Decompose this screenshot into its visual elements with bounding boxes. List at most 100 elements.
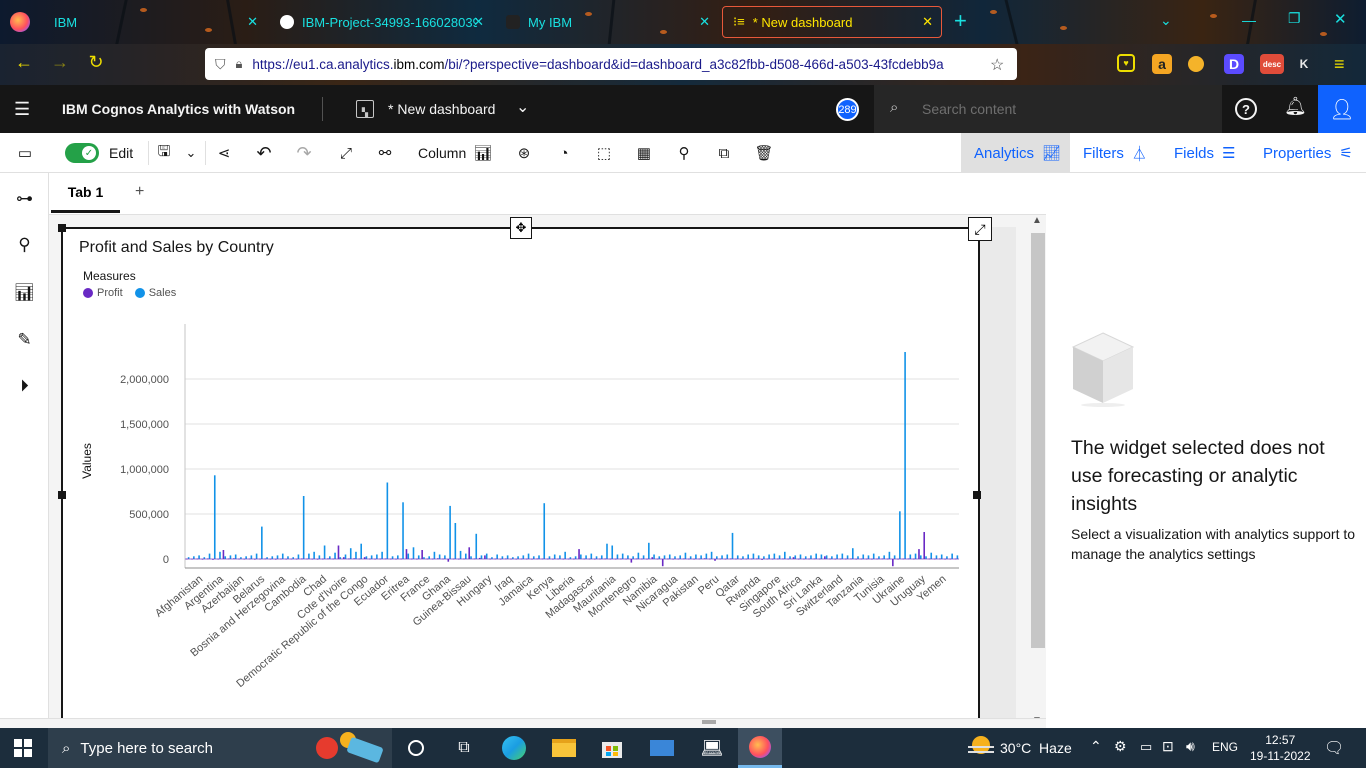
- bookmark-star-icon[interactable]: ☆: [990, 55, 1004, 75]
- bar-sales: [736, 555, 739, 559]
- notifications-bell-icon[interactable]: 🔔︎: [1284, 96, 1307, 117]
- window-close-icon[interactable]: ✕: [1334, 10, 1347, 28]
- lock-icon[interactable]: 🔒︎: [236, 56, 243, 72]
- browser-tab-new-dashboard[interactable]: ⁝≡ * New dashboard ✕: [722, 6, 942, 38]
- table-icon[interactable]: ▦: [632, 133, 656, 173]
- dashboard-title[interactable]: * New dashboard: [388, 101, 495, 117]
- close-icon[interactable]: ✕: [247, 14, 258, 30]
- extension-drop-icon[interactable]: [1188, 56, 1204, 72]
- focus-mode-icon[interactable]: ⤢: [334, 133, 358, 173]
- selection-icon[interactable]: ⬚: [592, 133, 616, 173]
- vertical-scrollbar[interactable]: ▲ ▼: [1028, 215, 1046, 728]
- close-icon[interactable]: ✕: [922, 14, 933, 30]
- pin-icon[interactable]: ⚲: [12, 232, 37, 257]
- help-icon[interactable]: ?: [1235, 98, 1257, 120]
- clock[interactable]: 12:57 19-11-2022: [1250, 732, 1311, 764]
- widgets-icon[interactable]: ✎: [12, 327, 37, 352]
- bar-sales: [940, 554, 943, 559]
- column-chart[interactable]: 0 500,000 1,000,000 1,500,000 2,000,000 Value…: [63, 229, 978, 727]
- bar-sales: [370, 555, 373, 559]
- language-indicator[interactable]: ENG: [1212, 740, 1238, 754]
- tab-analytics[interactable]: Analytics 📈︎: [961, 133, 1070, 173]
- list-tabs-icon[interactable]: ⌄: [1160, 12, 1172, 29]
- shield-icon[interactable]: ⛉: [215, 56, 226, 73]
- firefox-taskbar-button[interactable]: [738, 728, 782, 768]
- scrollbar-grip[interactable]: [702, 720, 716, 724]
- tab-properties[interactable]: Properties ⚟: [1263, 133, 1353, 173]
- pc-icon[interactable]: 💻︎: [698, 734, 726, 762]
- windows-start-icon[interactable]: [9, 734, 37, 762]
- redo-icon[interactable]: ↷: [292, 133, 316, 173]
- bar-sales: [663, 555, 666, 559]
- minimize-icon[interactable]: —: [1242, 12, 1256, 28]
- visualizations-icon[interactable]: 📊︎: [12, 280, 37, 305]
- file-explorer-icon[interactable]: [550, 734, 578, 762]
- network-icon[interactable]: ⚙: [1114, 738, 1127, 755]
- tab-filters[interactable]: Filters ⏃: [1083, 133, 1147, 173]
- url-bar[interactable]: ⛉ 🔒︎ https://eu1.ca.analytics. ibm.com/bi…: [205, 48, 1017, 80]
- display-icon[interactable]: ⊡: [1162, 738, 1174, 755]
- assistant-icon[interactable]: ⏵: [12, 373, 37, 398]
- delete-icon[interactable]: 🗑︎: [752, 133, 776, 173]
- save-icon[interactable]: 🖫︎: [153, 133, 175, 173]
- extension-k-icon[interactable]: K: [1296, 54, 1312, 74]
- bar-sales: [747, 554, 749, 559]
- task-view-icon[interactable]: ⧉: [450, 734, 478, 762]
- extension-desc-icon[interactable]: desc: [1260, 54, 1284, 74]
- taskbar-search[interactable]: ⌕ Type here to search: [48, 728, 392, 768]
- chart-widget[interactable]: ✥ ⤢ Profit and Sales by Country Measures…: [58, 217, 992, 727]
- scroll-up-icon[interactable]: ▲: [1032, 215, 1042, 226]
- edge-icon[interactable]: [500, 734, 528, 762]
- add-tab-button[interactable]: +: [135, 183, 144, 201]
- edit-toggle[interactable]: ✓: [65, 143, 99, 163]
- tab-fields[interactable]: Fields ☰: [1174, 133, 1235, 173]
- column-chart-icon[interactable]: 📊︎: [473, 133, 493, 173]
- forward-icon[interactable]: →: [48, 52, 72, 73]
- tab-1[interactable]: Tab 1: [51, 173, 120, 213]
- firefox-menu-icon[interactable]: [10, 12, 30, 32]
- pocket-icon[interactable]: ♥: [1117, 54, 1135, 72]
- data-sources-icon[interactable]: ⊶: [12, 186, 37, 211]
- extension-a-icon[interactable]: a: [1152, 54, 1172, 74]
- close-icon[interactable]: ✕: [699, 14, 710, 30]
- chevron-up-icon[interactable]: ⌃: [1090, 738, 1102, 755]
- bar-sales: [846, 555, 849, 559]
- bar-sales: [757, 555, 760, 559]
- horizontal-scrollbar[interactable]: [0, 718, 1046, 728]
- notification-count-badge[interactable]: 289: [836, 98, 859, 121]
- chevron-down-icon[interactable]: ⌄: [516, 97, 529, 117]
- chart-type-label[interactable]: Column: [418, 145, 466, 161]
- extension-d-icon[interactable]: D: [1224, 54, 1244, 74]
- browser-tab-ibm[interactable]: IBM ✕: [44, 6, 266, 38]
- close-icon[interactable]: ✕: [473, 14, 484, 30]
- search-input[interactable]: ⌕ Search content: [874, 85, 1222, 133]
- scrollbar-thumb[interactable]: [1031, 233, 1045, 648]
- new-tab-button[interactable]: +: [954, 8, 967, 34]
- browser-tab-my-ibm[interactable]: My IBM ✕: [496, 6, 718, 38]
- app-title: IBM Cognos Analytics with Watson: [62, 101, 296, 117]
- mail-icon[interactable]: [648, 734, 676, 762]
- duplicate-icon[interactable]: ⧉: [712, 133, 736, 173]
- bar-sales: [726, 554, 729, 559]
- notifications-icon[interactable]: 🗨︎: [1324, 738, 1344, 758]
- comment-icon[interactable]: ▭: [10, 133, 40, 173]
- store-icon[interactable]: [598, 734, 626, 762]
- back-icon[interactable]: ←: [12, 52, 36, 73]
- pin-icon[interactable]: ⚲: [672, 133, 696, 173]
- volume-icon[interactable]: 🔊︎: [1186, 738, 1195, 755]
- color-palette-icon[interactable]: ⊛: [512, 133, 536, 173]
- maximize-icon[interactable]: ❐: [1288, 10, 1301, 27]
- main-menu-icon[interactable]: ☰: [14, 99, 30, 120]
- undo-icon[interactable]: ↶: [252, 133, 276, 173]
- browser-nav-bar: ← → ↻ ⛉ 🔒︎ https://eu1.ca.analytics. ibm.…: [0, 44, 1366, 85]
- cortana-icon[interactable]: [402, 734, 430, 762]
- connect-icon[interactable]: ⚯: [373, 133, 397, 173]
- drill-icon[interactable]: ◔: [552, 133, 576, 173]
- reload-icon[interactable]: ↻: [84, 52, 108, 73]
- user-avatar-button[interactable]: 👤︎: [1318, 85, 1366, 133]
- hamburger-menu-icon[interactable]: ≡: [1334, 54, 1345, 75]
- browser-tab-github[interactable]: IBM-Project-34993-1660280397 ✕: [270, 6, 492, 38]
- chevron-down-icon[interactable]: ⌄: [180, 133, 202, 173]
- battery-icon[interactable]: ▭: [1140, 739, 1152, 755]
- share-icon[interactable]: ⋖: [212, 133, 236, 173]
